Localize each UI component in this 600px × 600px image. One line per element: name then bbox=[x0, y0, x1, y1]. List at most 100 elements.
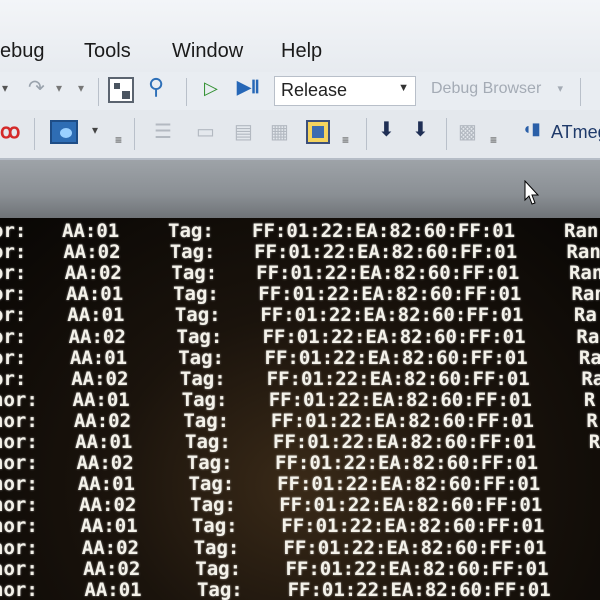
memory-icon[interactable]: ▭ bbox=[196, 122, 215, 142]
chip-select-icon[interactable]: ◖▮ bbox=[522, 122, 540, 138]
console-line-anchor-id: AA:01 bbox=[67, 304, 125, 327]
redo-dropdown-icon[interactable]: ▾ bbox=[56, 82, 62, 94]
console-line: or: AA:01 Tag: FF:01:22:EA:82:60:FF:01 Ra bbox=[0, 304, 600, 327]
console-line-tag-label: Tag: bbox=[196, 578, 243, 600]
menu-window[interactable]: Window bbox=[172, 40, 243, 63]
console-line-tag-label: Tag: bbox=[188, 473, 235, 496]
console-line: or: AA:02 Tag: FF:01:22:EA:82:60:FF:01 Ra bbox=[0, 367, 600, 390]
overflow-icon[interactable]: ▾ bbox=[78, 82, 84, 94]
console-line-tag-label: Tag: bbox=[185, 431, 231, 453]
console-line: hor: AA:01 Tag: FF:01:22:EA:82:60:FF:01 R bbox=[0, 431, 600, 453]
console-line-tag-label: Tag: bbox=[186, 452, 233, 475]
device-fuse-icon[interactable]: ⬇ bbox=[378, 120, 395, 140]
console-line: hor: AA:02 Tag: FF:01:22:EA:82:60:FF:01 bbox=[0, 557, 600, 580]
find-icon[interactable]: ⚲ bbox=[148, 76, 164, 98]
toolbar-separator bbox=[580, 78, 581, 106]
start-debugging-icon[interactable]: ▷ bbox=[204, 79, 218, 97]
menu-bar: ebug Tools Window Help bbox=[0, 0, 600, 78]
console-line-prefix: nor: bbox=[0, 473, 38, 496]
console-line-tag-label: Tag: bbox=[179, 367, 226, 390]
console-line-tag-id: FF:01:22:EA:82:60:FF:01 bbox=[272, 431, 537, 453]
debug-browser-label: Debug Browser bbox=[431, 80, 542, 97]
chevron-down-icon: ▾ bbox=[557, 83, 563, 95]
console-line-tag-label: Tag: bbox=[191, 515, 238, 538]
registers-icon[interactable]: ▦ bbox=[270, 122, 289, 142]
console-line: nor: AA:02 Tag: FF:01:22:EA:82:60:FF:01 R bbox=[0, 409, 600, 432]
console-line-anchor-id: AA:01 bbox=[77, 473, 135, 496]
console-line-prefix: or: bbox=[0, 346, 27, 369]
console-line-prefix: hor: bbox=[0, 452, 38, 475]
menu-help[interactable]: Help bbox=[281, 40, 322, 63]
console-line: hor: AA:02 Tag: FF:01:22:EA:82:60:FF:01 bbox=[0, 452, 600, 475]
dropdown-arrow-icon[interactable]: ▾ bbox=[92, 124, 98, 136]
window-divider bbox=[0, 160, 600, 218]
console-line: nor: AA:01 Tag: FF:01:22:EA:82:60:FF:01 R bbox=[0, 388, 600, 411]
debug-browser-select[interactable]: Debug Browser ▾ bbox=[424, 76, 574, 106]
toolbar-separator bbox=[446, 118, 447, 150]
console-line-tag-id: FF:01:22:EA:82:60:FF:01 bbox=[270, 409, 534, 432]
console-line-tag-label: Tag: bbox=[195, 557, 242, 580]
console-line: or: AA:02 Tag: FF:01:22:EA:82:60:FF:01 Ra bbox=[0, 325, 600, 348]
overflow-icon[interactable]: ≡ bbox=[115, 134, 122, 146]
console-line-tag-id: FF:01:22:EA:82:60:FF:01 bbox=[254, 241, 518, 264]
console-line-tag-label: Tag: bbox=[176, 325, 223, 348]
mouse-pointer-icon bbox=[524, 179, 540, 206]
console-line: hor: AA:01 Tag: FF:01:22:EA:82:60:FF:01 bbox=[0, 515, 600, 538]
device-lock-icon[interactable]: ⬇ bbox=[412, 120, 429, 140]
toolbar-separator bbox=[98, 78, 99, 106]
chip-icon[interactable]: ▤ bbox=[234, 122, 253, 142]
console-line-tag-id: FF:01:22:EA:82:60:FF:01 bbox=[285, 557, 549, 580]
menu-tools[interactable]: Tools bbox=[84, 40, 131, 63]
console-line-anchor-id: AA:02 bbox=[73, 409, 132, 432]
device-toolbar: ꝏ ▾ ≡ ☰ ▭ ▤ ▦ ≡ ⬇ ⬇ ▩ ≡ ◖▮ ATmeg bbox=[0, 110, 600, 160]
overflow-icon[interactable]: ≡ bbox=[342, 134, 349, 146]
console-line-tag-id: FF:01:22:EA:82:60:FF:01 bbox=[266, 367, 530, 390]
redo-icon[interactable]: ↷ bbox=[28, 78, 45, 98]
console-line-range-label: Ra bbox=[576, 325, 600, 348]
console-line-tag-id: FF:01:22:EA:82:60:FF:01 bbox=[258, 283, 522, 306]
dropdown-arrow-icon[interactable]: ▾ bbox=[2, 82, 8, 94]
console-line-prefix: hor: bbox=[0, 557, 38, 580]
console-line: or: AA:01 Tag: FF:01:22:EA:82:60:FF:01 Ran bbox=[0, 283, 600, 306]
console-line-anchor-id: AA:02 bbox=[79, 494, 137, 517]
console-line-range-label: Ran bbox=[568, 262, 600, 285]
console-line-anchor-id: AA:02 bbox=[81, 536, 139, 559]
console-line-prefix: hor: bbox=[0, 578, 38, 600]
console-line-range-label: R bbox=[586, 409, 598, 432]
console-line-tag-label: Tag: bbox=[178, 346, 224, 369]
close-icon[interactable]: ꝏ bbox=[0, 122, 20, 142]
device-programming-icon[interactable] bbox=[50, 120, 78, 144]
start-without-debugging-icon[interactable]: ▶Ⅱ bbox=[237, 78, 260, 96]
console-line-tag-label: Tag: bbox=[168, 220, 214, 242]
chevron-down-icon: ▼ bbox=[398, 82, 409, 94]
console-line-prefix: hor: bbox=[0, 431, 38, 453]
console-line-range-label: R bbox=[588, 431, 600, 453]
overflow-icon[interactable]: ≡ bbox=[490, 134, 497, 146]
console-line-tag-id: FF:01:22:EA:82:60:FF:01 bbox=[260, 304, 524, 327]
console-line: or: AA:02 Tag: FF:01:22:EA:82:60:FF:01 Ran bbox=[0, 241, 600, 264]
console-line-tag-id: FF:01:22:EA:82:60:FF:01 bbox=[256, 262, 520, 285]
list-icon[interactable]: ☰ bbox=[154, 122, 172, 142]
toolbar-separator bbox=[34, 118, 35, 150]
console-line-prefix: nor: bbox=[0, 536, 38, 559]
console-line-tag-label: Tag: bbox=[174, 304, 221, 327]
toolbar-separator bbox=[186, 78, 187, 106]
grid-icon[interactable]: ▩ bbox=[458, 122, 477, 142]
device-label[interactable]: ATmeg bbox=[551, 122, 600, 143]
console-line-anchor-id: AA:02 bbox=[64, 262, 122, 285]
menu-debug[interactable]: ebug bbox=[0, 40, 45, 63]
console-line: nor: AA:02 Tag: FF:01:22:EA:82:60:FF:01 bbox=[0, 536, 600, 559]
console-line-anchor-id: AA:01 bbox=[72, 388, 130, 411]
console-line-tag-id: FF:01:22:EA:82:60:FF:01 bbox=[279, 494, 543, 517]
console-line-anchor-id: AA:01 bbox=[65, 283, 124, 306]
console-line: or: AA:01 Tag: FF:01:22:EA:82:60:FF:01 Ra bbox=[0, 346, 600, 369]
console-line-anchor-id: AA:01 bbox=[84, 578, 142, 600]
console-line-tag-id: FF:01:22:EA:82:60:FF:01 bbox=[287, 578, 551, 600]
console-line-tag-id: FF:01:22:EA:82:60:FF:01 bbox=[252, 220, 516, 242]
configuration-select[interactable]: Release ▼ bbox=[274, 76, 416, 106]
console-line-prefix: or: bbox=[0, 262, 27, 285]
io-view-icon[interactable] bbox=[306, 120, 330, 144]
console-line-anchor-id: AA:02 bbox=[63, 241, 121, 264]
console-line-tag-id: FF:01:22:EA:82:60:FF:01 bbox=[262, 325, 526, 348]
solution-explorer-icon[interactable] bbox=[108, 77, 134, 103]
